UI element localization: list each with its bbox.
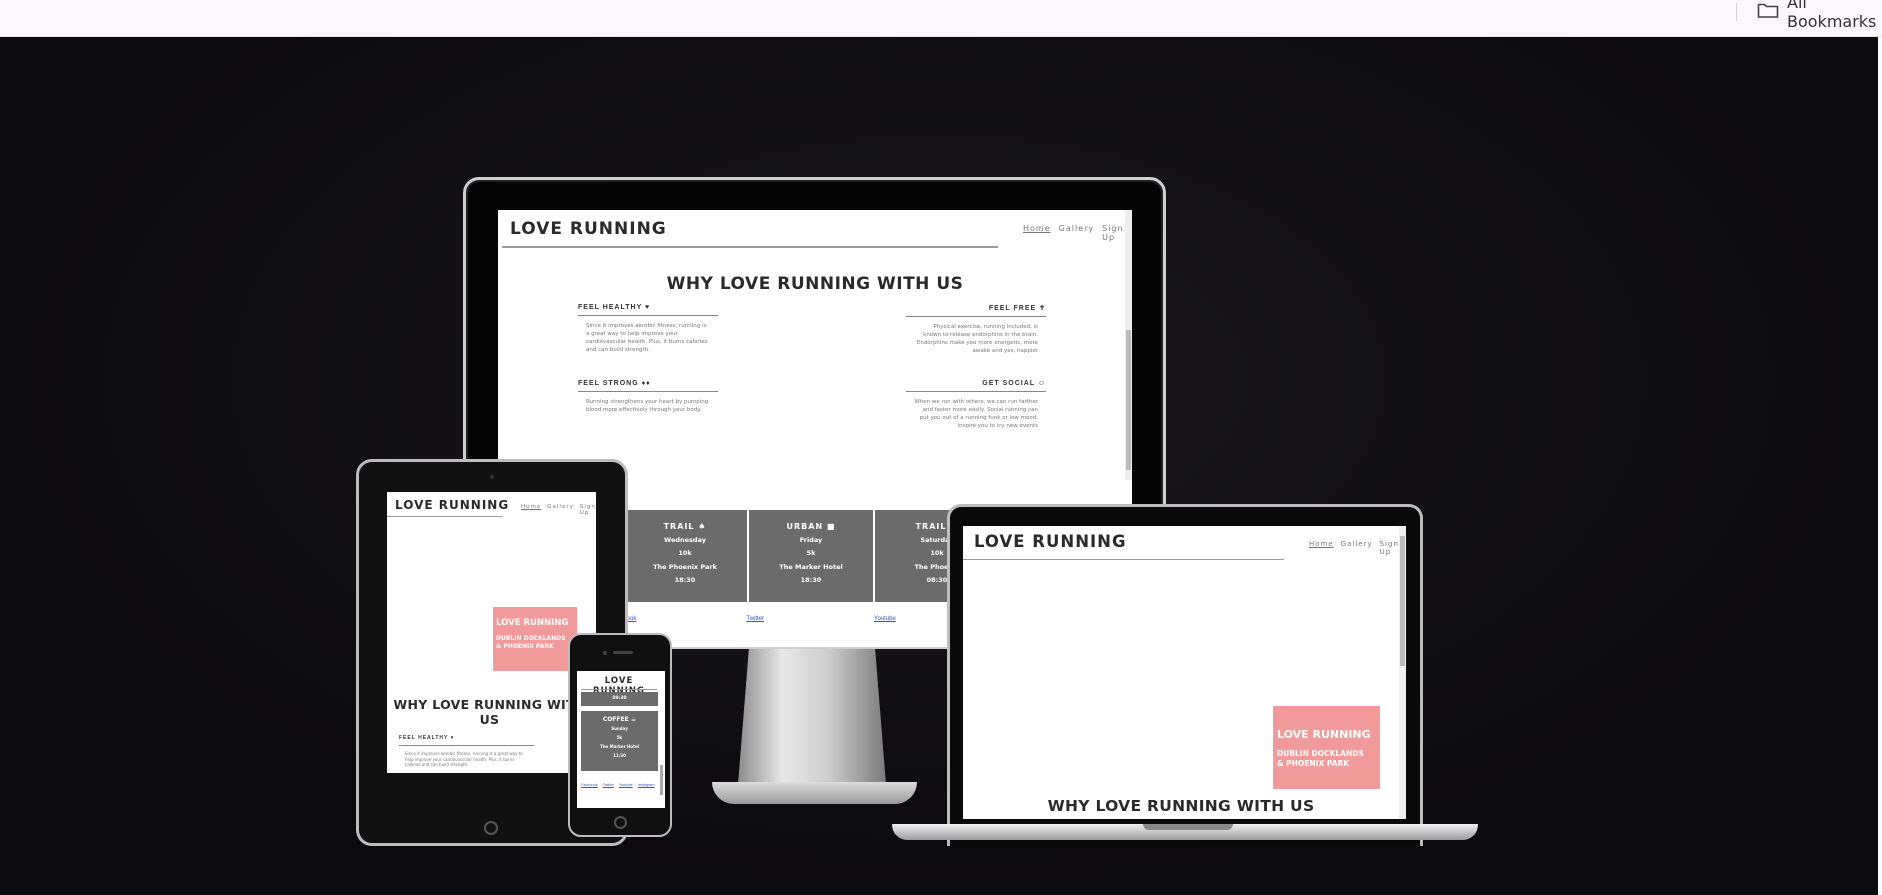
card-time: 18:30	[800, 576, 822, 584]
tablet-screen: LOVE RUNNING Home Gallery Sign Up LOVE R…	[387, 492, 596, 773]
card-time: 11:30	[613, 753, 626, 758]
nav-signup-link[interactable]: Sign Up	[580, 504, 596, 516]
feature-strong: FEEL STRONG ♦♦ Running strengthens your …	[578, 380, 718, 414]
feature-text: When we run with others, we can run fart…	[914, 399, 1038, 429]
feature-title: FEEL HEALTHY ♥	[399, 735, 455, 741]
laptop-hero-box: LOVE RUNNING DUBLIN DOCKLANDS & PHOENIX …	[1273, 706, 1380, 789]
card-time: 09:30	[612, 696, 627, 701]
laptop-site-title[interactable]: LOVE RUNNING	[974, 532, 1127, 551]
twitter-link[interactable]: Twitter	[746, 616, 764, 622]
feature-title: FEEL FREE ✝	[988, 305, 1046, 312]
bookmarks-bar: All Bookmarks	[0, 0, 1882, 37]
tablet-header-rule	[387, 516, 502, 517]
card-distance: 5k	[616, 735, 623, 740]
card-place: The Marker Hotel	[599, 744, 640, 749]
tablet-camera	[490, 475, 494, 479]
desktop-social-links: Facebook Twitter Youtube	[610, 616, 896, 622]
tablet-site-title[interactable]: LOVE RUNNING	[395, 498, 509, 512]
nav-home-link[interactable]: Home	[1023, 224, 1051, 242]
instagram-link[interactable]: Instagram	[638, 783, 655, 787]
facebook-link[interactable]: Facebook	[581, 783, 598, 787]
card-day: Wednesday	[664, 535, 706, 544]
tablet-hero-box: LOVE RUNNING DUBLIN DOCKLANDS & PHOENIX …	[493, 607, 577, 671]
youtube-link[interactable]: Youtube	[874, 616, 896, 622]
bookmarks-divider	[1736, 3, 1737, 21]
tablet-feature: FEEL HEALTHY ♥ Since it improves aerobic…	[399, 735, 534, 768]
phone-top-card: 09:30	[581, 692, 658, 706]
desktop-scrollbar[interactable]	[1125, 210, 1132, 480]
card-time: 18:30	[674, 576, 696, 584]
phone-home-button[interactable]	[614, 816, 627, 829]
feature-title: FEEL HEALTHY ♥	[578, 304, 651, 311]
mockup-stage: LOVE RUNNING Home Gallery Sign Up WHY LO…	[0, 37, 1878, 895]
feature-text: Since it improves aerobic fitness, runni…	[586, 323, 708, 353]
desktop-nav: Home Gallery Sign Up	[1023, 224, 1132, 242]
hero-title: LOVE RUNNING	[496, 618, 569, 628]
feature-title: GET SOCIAL ☺	[982, 380, 1046, 387]
card-place: The Phoenix Park	[653, 562, 717, 571]
nav-home-link[interactable]: Home	[1309, 540, 1334, 556]
page-scrollbar[interactable]	[1878, 37, 1882, 895]
why-heading-line-2: US	[479, 712, 500, 727]
monitor-foot	[712, 782, 917, 804]
all-bookmarks-label: All Bookmarks	[1787, 0, 1877, 31]
feature-social: GET SOCIAL ☺ When we run with others, we…	[906, 380, 1046, 430]
feature-healthy: FEEL HEALTHY ♥ Since it improves aerobic…	[578, 304, 718, 354]
card-distance: 10k	[678, 549, 692, 557]
phone-speaker	[613, 651, 633, 654]
nav-gallery-link[interactable]: Gallery	[1341, 540, 1373, 556]
hero-sub-2: & PHOENIX PARK	[1277, 759, 1350, 768]
nav-gallery-link[interactable]: Gallery	[547, 504, 574, 516]
card-distance: 5k	[806, 549, 816, 557]
card-type: URBAN ■	[786, 522, 836, 531]
laptop-header-rule	[963, 559, 1284, 560]
folder-icon	[1757, 1, 1779, 23]
phone-header-rule	[581, 689, 657, 690]
phone-schedule-card: COFFEE ☕ Sunday 5k The Marker Hotel 11:3…	[581, 711, 658, 771]
desktop-header-rule	[502, 246, 998, 248]
card-day: Friday	[799, 535, 823, 544]
hero-sub-1: DUBLIN DOCKLANDS	[1277, 749, 1364, 758]
hero-sub-2: & PHOENIX PARK	[496, 643, 554, 650]
laptop-why-heading: WHY LOVE RUNNING WITH US	[1047, 797, 1315, 815]
card-place: The Marker Hotel	[779, 562, 843, 571]
youtube-link[interactable]: Youtube	[619, 783, 633, 787]
card-day: Sunday	[611, 726, 628, 731]
laptop-screen: LOVE RUNNING Home Gallery Sign Up LOVE R…	[963, 526, 1406, 819]
twitter-link[interactable]: Twitter	[603, 783, 614, 787]
laptop-scrollbar[interactable]	[1399, 526, 1406, 819]
laptop-notch	[1143, 824, 1233, 830]
phone-scrollbar[interactable]	[660, 765, 663, 795]
desktop-site-title[interactable]: LOVE RUNNING	[510, 219, 667, 239]
feature-title: FEEL STRONG ♦♦	[578, 380, 651, 387]
phone-device: LOVE RUNNING 09:30 COFFEE ☕ Sunday 5k Th…	[568, 633, 672, 837]
hero-sub-1: DUBLIN DOCKLANDS	[496, 635, 566, 642]
laptop-nav: Home Gallery Sign Up	[1309, 540, 1406, 556]
phone-social-links: Facebook Twitter Youtube Instagram	[581, 783, 655, 787]
schedule-card: URBAN ■ Friday 5k The Marker Hotel 18:30	[749, 510, 873, 602]
nav-home-link[interactable]: Home	[521, 504, 541, 516]
monitor-stand	[737, 647, 887, 797]
tablet-why-heading: WHY LOVE RUNNING WITH US	[387, 697, 592, 727]
feature-text: Since it improves aerobic fitness, runni…	[405, 751, 523, 767]
phone-camera	[603, 651, 607, 655]
feature-free: FEEL FREE ✝ Physical exercise, running i…	[906, 304, 1046, 355]
card-type: TRAIL ♠	[663, 522, 707, 531]
card-type: COFFEE ☕	[602, 716, 637, 723]
schedule-card: TRAIL ♠ Wednesday 10k The Phoenix Park 1…	[623, 510, 747, 602]
hero-title: LOVE RUNNING	[1277, 728, 1371, 741]
tablet-home-button[interactable]	[484, 821, 498, 835]
all-bookmarks-button[interactable]: All Bookmarks	[1757, 0, 1882, 31]
tablet-nav: Home Gallery Sign Up	[521, 504, 596, 516]
nav-gallery-link[interactable]: Gallery	[1059, 224, 1095, 242]
phone-screen: LOVE RUNNING 09:30 COFFEE ☕ Sunday 5k Th…	[577, 671, 665, 808]
feature-text: Running strengthens your heart by pumpin…	[586, 399, 709, 413]
desktop-why-heading: WHY LOVE RUNNING WITH US	[666, 274, 964, 294]
feature-text: Physical exercise, running included, is …	[916, 324, 1038, 354]
why-heading-line-1: WHY LOVE RUNNING WITH	[393, 697, 586, 712]
